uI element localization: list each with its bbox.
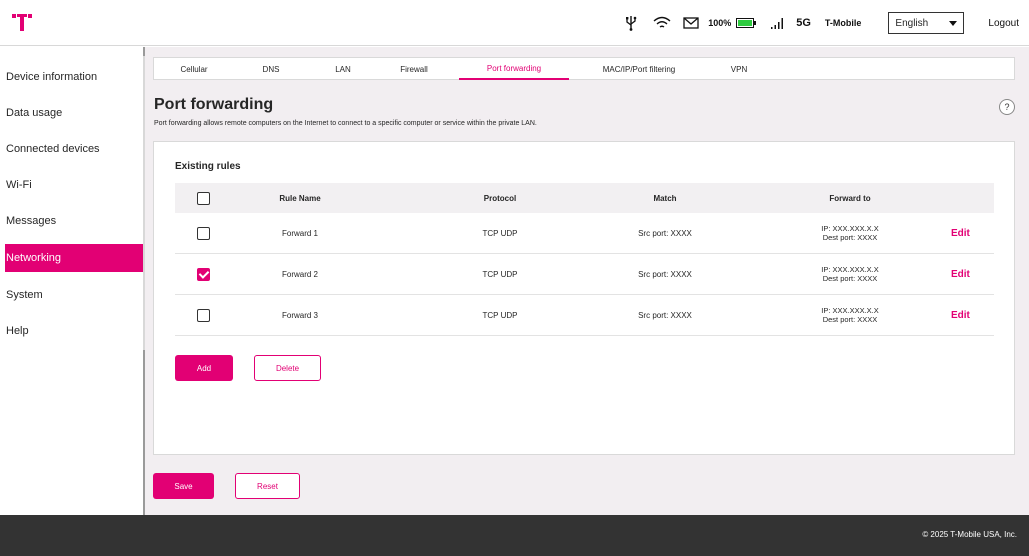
rules-table-header: Rule Name Protocol Match Forward to [175,183,994,213]
signal-icon [770,17,786,29]
usb-icon [622,15,640,31]
forward-dest-port: Dest port: XXXX [822,233,878,242]
sidebar-item-data-usage[interactable]: Data usage [6,99,143,127]
footer: © 2025 T-Mobile USA, Inc. [0,515,1029,556]
forward-ip: IP: XXX.XXX.X.X [821,265,879,274]
edit-link[interactable]: Edit [951,254,970,294]
add-button[interactable]: Add [175,355,233,381]
help-icon[interactable]: ? [999,99,1015,115]
rule-match: Src port: XXXX [638,228,692,238]
select-all-checkbox[interactable] [197,192,210,205]
page-description: Port forwarding allows remote computers … [154,120,537,127]
rule-match: Src port: XXXX [638,310,692,320]
save-button[interactable]: Save [153,473,214,499]
language-value: English [895,17,929,29]
chevron-down-icon [949,20,958,26]
row-checkbox[interactable] [197,309,210,322]
page-title: Port forwarding [154,96,274,113]
forward-dest-port: Dest port: XXXX [822,315,878,324]
sidebar-item-wifi[interactable]: Wi-Fi [6,171,143,199]
tab-bar: Cellular DNS LAN Firewall Port forwardin… [153,57,1015,80]
sidebar-item-messages[interactable]: Messages [6,207,143,235]
forward-ip: IP: XXX.XXX.X.X [821,306,879,315]
sidebar: Device information Data usage Connected … [0,47,144,515]
sidebar-item-help[interactable]: Help [6,317,143,345]
rule-name: Forward 3 [281,310,318,320]
sidebar-item-device-information[interactable]: Device information [6,63,143,91]
rule-protocol: TCP UDP [482,269,518,279]
col-protocol: Protocol [483,193,517,203]
t-mobile-logo[interactable] [11,11,33,33]
top-bar: 100% 5G T-Mobile English Logout [0,0,1029,46]
sidebar-item-connected-devices[interactable]: Connected devices [6,135,143,163]
sidebar-item-system[interactable]: System [6,281,143,309]
edit-link[interactable]: Edit [951,213,970,253]
network-type: 5G [796,17,811,29]
edit-link[interactable]: Edit [951,295,970,335]
rule-match: Src port: XXXX [638,269,692,279]
row-checkbox[interactable] [197,227,210,240]
status-area: 100% 5G T-Mobile English Logout [622,0,1029,46]
tab-cellular[interactable]: Cellular [170,58,218,80]
tab-mac-ip-port-filtering[interactable]: MAC/IP/Port filtering [584,58,694,80]
tab-dns[interactable]: DNS [246,58,296,80]
battery-percent: 100% [708,18,732,28]
rule-protocol: TCP UDP [482,310,518,320]
rule-name: Forward 1 [281,228,318,238]
tab-port-forwarding[interactable]: Port forwarding [459,58,569,80]
tab-lan[interactable]: LAN [318,58,368,80]
logout-link[interactable]: Logout [988,18,1019,29]
rules-title: Existing rules [175,161,241,172]
table-row: Forward 3 TCP UDP Src port: XXXX IP: XXX… [175,295,994,336]
sidebar-item-networking[interactable]: Networking [5,244,143,272]
table-row: Forward 2 TCP UDP Src port: XXXX IP: XXX… [175,254,994,295]
table-row: Forward 1 TCP UDP Src port: XXXX IP: XXX… [175,213,994,254]
language-select[interactable]: English [888,12,965,34]
rule-forward-to: IP: XXX.XXX.X.X Dest port: XXXX [795,254,905,294]
rule-protocol: TCP UDP [482,228,518,238]
row-checkbox[interactable] [197,268,210,281]
col-rule-name: Rule Name [279,193,321,203]
rule-forward-to: IP: XXX.XXX.X.X Dest port: XXXX [795,295,905,335]
battery-icon [736,18,757,28]
delete-button[interactable]: Delete [254,355,321,381]
forward-dest-port: Dest port: XXXX [822,274,878,283]
copyright-text: © 2025 T-Mobile USA, Inc. [922,530,1017,539]
rule-forward-to: IP: XXX.XXX.X.X Dest port: XXXX [795,213,905,253]
mail-icon[interactable] [682,17,700,29]
col-match: Match [653,193,677,203]
forward-ip: IP: XXX.XXX.X.X [821,224,879,233]
col-forward-to: Forward to [829,193,871,203]
main-content: Cellular DNS LAN Firewall Port forwardin… [145,47,1029,515]
reset-button[interactable]: Reset [235,473,300,499]
tab-vpn[interactable]: VPN [714,58,764,80]
carrier-name: T-Mobile [824,18,862,28]
rule-name: Forward 2 [281,269,318,279]
rules-card: Existing rules Rule Name Protocol Match … [153,141,1015,455]
wifi-icon [652,16,672,30]
tab-firewall[interactable]: Firewall [386,58,442,80]
